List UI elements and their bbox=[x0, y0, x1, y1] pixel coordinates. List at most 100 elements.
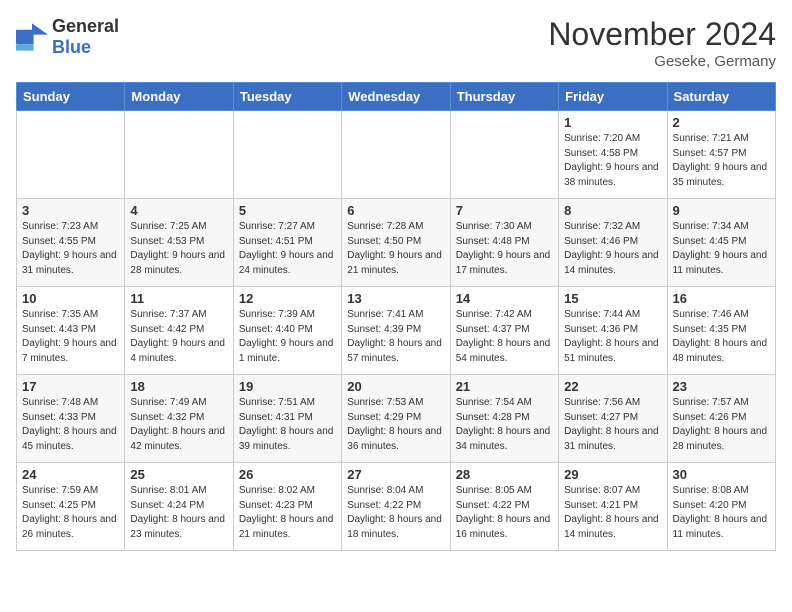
calendar-cell: 21 Sunrise: 7:54 AMSunset: 4:28 PMDayligh… bbox=[450, 375, 558, 463]
weekday-header-tuesday: Tuesday bbox=[233, 83, 341, 111]
weekday-header-thursday: Thursday bbox=[450, 83, 558, 111]
calendar-cell: 22 Sunrise: 7:56 AMSunset: 4:27 PMDayligh… bbox=[559, 375, 667, 463]
calendar-cell bbox=[450, 111, 558, 199]
calendar-cell: 16 Sunrise: 7:46 AMSunset: 4:35 PMDayligh… bbox=[667, 287, 775, 375]
day-number: 28 bbox=[456, 467, 553, 482]
logo-icon bbox=[16, 23, 48, 51]
title-area: November 2024 Geseke, Germany bbox=[548, 16, 776, 70]
calendar-cell: 15 Sunrise: 7:44 AMSunset: 4:36 PMDayligh… bbox=[559, 287, 667, 375]
day-info: Sunrise: 7:56 AMSunset: 4:27 PMDaylight:… bbox=[564, 396, 661, 454]
calendar-week-5: 24 Sunrise: 7:59 AMSunset: 4:25 PMDayligh… bbox=[17, 463, 776, 551]
day-number: 13 bbox=[347, 291, 444, 306]
day-number: 22 bbox=[564, 379, 661, 394]
calendar-cell bbox=[342, 111, 450, 199]
calendar-cell bbox=[125, 111, 233, 199]
day-number: 4 bbox=[130, 203, 227, 218]
day-info: Sunrise: 7:37 AMSunset: 4:42 PMDaylight:… bbox=[130, 308, 227, 366]
day-info: Sunrise: 7:42 AMSunset: 4:37 PMDaylight:… bbox=[456, 308, 553, 366]
day-number: 6 bbox=[347, 203, 444, 218]
calendar-cell: 4 Sunrise: 7:25 AMSunset: 4:53 PMDaylight… bbox=[125, 199, 233, 287]
calendar-cell: 12 Sunrise: 7:39 AMSunset: 4:40 PMDayligh… bbox=[233, 287, 341, 375]
day-number: 27 bbox=[347, 467, 444, 482]
day-info: Sunrise: 7:35 AMSunset: 4:43 PMDaylight:… bbox=[22, 308, 119, 366]
calendar-cell: 11 Sunrise: 7:37 AMSunset: 4:42 PMDayligh… bbox=[125, 287, 233, 375]
day-info: Sunrise: 7:25 AMSunset: 4:53 PMDaylight:… bbox=[130, 220, 227, 278]
calendar-table: SundayMondayTuesdayWednesdayThursdayFrid… bbox=[16, 82, 776, 551]
calendar-cell: 5 Sunrise: 7:27 AMSunset: 4:51 PMDaylight… bbox=[233, 199, 341, 287]
calendar-cell: 23Sunrise: 7:57 AMSunset: 4:26 PMDayligh… bbox=[667, 375, 775, 463]
logo-general: General bbox=[52, 16, 119, 36]
calendar-cell: 28 Sunrise: 8:05 AMSunset: 4:22 PMDayligh… bbox=[450, 463, 558, 551]
day-info: Sunrise: 7:21 AMSunset: 4:57 PMDaylight:… bbox=[673, 132, 770, 190]
logo-blue: Blue bbox=[52, 37, 91, 57]
day-number: 25 bbox=[130, 467, 227, 482]
day-info: Sunrise: 7:39 AMSunset: 4:40 PMDaylight:… bbox=[239, 308, 336, 366]
calendar-cell: 24 Sunrise: 7:59 AMSunset: 4:25 PMDayligh… bbox=[17, 463, 125, 551]
calendar-week-3: 10Sunrise: 7:35 AMSunset: 4:43 PMDayligh… bbox=[17, 287, 776, 375]
month-title: November 2024 bbox=[548, 16, 776, 53]
day-number: 2 bbox=[673, 115, 770, 130]
day-number: 8 bbox=[564, 203, 661, 218]
calendar-cell bbox=[233, 111, 341, 199]
calendar-cell: 27 Sunrise: 8:04 AMSunset: 4:22 PMDayligh… bbox=[342, 463, 450, 551]
day-info: Sunrise: 7:44 AMSunset: 4:36 PMDaylight:… bbox=[564, 308, 661, 366]
day-info: Sunrise: 8:01 AMSunset: 4:24 PMDaylight:… bbox=[130, 484, 227, 542]
day-info: Sunrise: 7:59 AMSunset: 4:25 PMDaylight:… bbox=[22, 484, 119, 542]
day-info: Sunrise: 8:05 AMSunset: 4:22 PMDaylight:… bbox=[456, 484, 553, 542]
day-info: Sunrise: 8:04 AMSunset: 4:22 PMDaylight:… bbox=[347, 484, 444, 542]
day-info: Sunrise: 7:34 AMSunset: 4:45 PMDaylight:… bbox=[673, 220, 770, 278]
day-info: Sunrise: 7:41 AMSunset: 4:39 PMDaylight:… bbox=[347, 308, 444, 366]
day-number: 17 bbox=[22, 379, 119, 394]
day-info: Sunrise: 7:49 AMSunset: 4:32 PMDaylight:… bbox=[130, 396, 227, 454]
day-number: 5 bbox=[239, 203, 336, 218]
weekday-header-wednesday: Wednesday bbox=[342, 83, 450, 111]
location-title: Geseke, Germany bbox=[548, 53, 776, 70]
calendar-cell: 20Sunrise: 7:53 AMSunset: 4:29 PMDayligh… bbox=[342, 375, 450, 463]
day-number: 19 bbox=[239, 379, 336, 394]
day-info: Sunrise: 7:54 AMSunset: 4:28 PMDaylight:… bbox=[456, 396, 553, 454]
logo-text: General Blue bbox=[52, 16, 119, 58]
day-number: 18 bbox=[130, 379, 227, 394]
day-info: Sunrise: 7:48 AMSunset: 4:33 PMDaylight:… bbox=[22, 396, 119, 454]
calendar-cell: 13 Sunrise: 7:41 AMSunset: 4:39 PMDayligh… bbox=[342, 287, 450, 375]
calendar-cell: 14 Sunrise: 7:42 AMSunset: 4:37 PMDayligh… bbox=[450, 287, 558, 375]
calendar-week-4: 17 Sunrise: 7:48 AMSunset: 4:33 PMDayligh… bbox=[17, 375, 776, 463]
weekday-header-saturday: Saturday bbox=[667, 83, 775, 111]
calendar-cell: 2 Sunrise: 7:21 AMSunset: 4:57 PMDaylight… bbox=[667, 111, 775, 199]
calendar-cell bbox=[17, 111, 125, 199]
day-info: Sunrise: 7:23 AMSunset: 4:55 PMDaylight:… bbox=[22, 220, 119, 278]
day-number: 14 bbox=[456, 291, 553, 306]
calendar-cell: 9 Sunrise: 7:34 AMSunset: 4:45 PMDaylight… bbox=[667, 199, 775, 287]
weekday-header-sunday: Sunday bbox=[17, 83, 125, 111]
day-number: 26 bbox=[239, 467, 336, 482]
calendar-cell: 29Sunrise: 8:07 AMSunset: 4:21 PMDayligh… bbox=[559, 463, 667, 551]
calendar-cell: 1 Sunrise: 7:20 AMSunset: 4:58 PMDaylight… bbox=[559, 111, 667, 199]
day-number: 3 bbox=[22, 203, 119, 218]
day-number: 12 bbox=[239, 291, 336, 306]
day-number: 15 bbox=[564, 291, 661, 306]
calendar-week-1: 1 Sunrise: 7:20 AMSunset: 4:58 PMDaylight… bbox=[17, 111, 776, 199]
calendar-week-2: 3 Sunrise: 7:23 AMSunset: 4:55 PMDaylight… bbox=[17, 199, 776, 287]
calendar-body: 1 Sunrise: 7:20 AMSunset: 4:58 PMDaylight… bbox=[17, 111, 776, 551]
day-number: 29 bbox=[564, 467, 661, 482]
day-info: Sunrise: 7:27 AMSunset: 4:51 PMDaylight:… bbox=[239, 220, 336, 278]
day-info: Sunrise: 7:46 AMSunset: 4:35 PMDaylight:… bbox=[673, 308, 770, 366]
day-number: 20 bbox=[347, 379, 444, 394]
day-number: 24 bbox=[22, 467, 119, 482]
day-info: Sunrise: 7:28 AMSunset: 4:50 PMDaylight:… bbox=[347, 220, 444, 278]
day-info: Sunrise: 7:20 AMSunset: 4:58 PMDaylight:… bbox=[564, 132, 661, 190]
day-number: 9 bbox=[673, 203, 770, 218]
calendar-cell: 8 Sunrise: 7:32 AMSunset: 4:46 PMDaylight… bbox=[559, 199, 667, 287]
day-info: Sunrise: 7:51 AMSunset: 4:31 PMDaylight:… bbox=[239, 396, 336, 454]
day-number: 21 bbox=[456, 379, 553, 394]
calendar-cell: 10Sunrise: 7:35 AMSunset: 4:43 PMDayligh… bbox=[17, 287, 125, 375]
weekday-header-friday: Friday bbox=[559, 83, 667, 111]
day-number: 11 bbox=[130, 291, 227, 306]
calendar-cell: 30Sunrise: 8:08 AMSunset: 4:20 PMDayligh… bbox=[667, 463, 775, 551]
day-info: Sunrise: 8:02 AMSunset: 4:23 PMDaylight:… bbox=[239, 484, 336, 542]
day-number: 16 bbox=[673, 291, 770, 306]
weekday-row: SundayMondayTuesdayWednesdayThursdayFrid… bbox=[17, 83, 776, 111]
day-number: 1 bbox=[564, 115, 661, 130]
calendar-cell: 3 Sunrise: 7:23 AMSunset: 4:55 PMDaylight… bbox=[17, 199, 125, 287]
day-info: Sunrise: 7:32 AMSunset: 4:46 PMDaylight:… bbox=[564, 220, 661, 278]
